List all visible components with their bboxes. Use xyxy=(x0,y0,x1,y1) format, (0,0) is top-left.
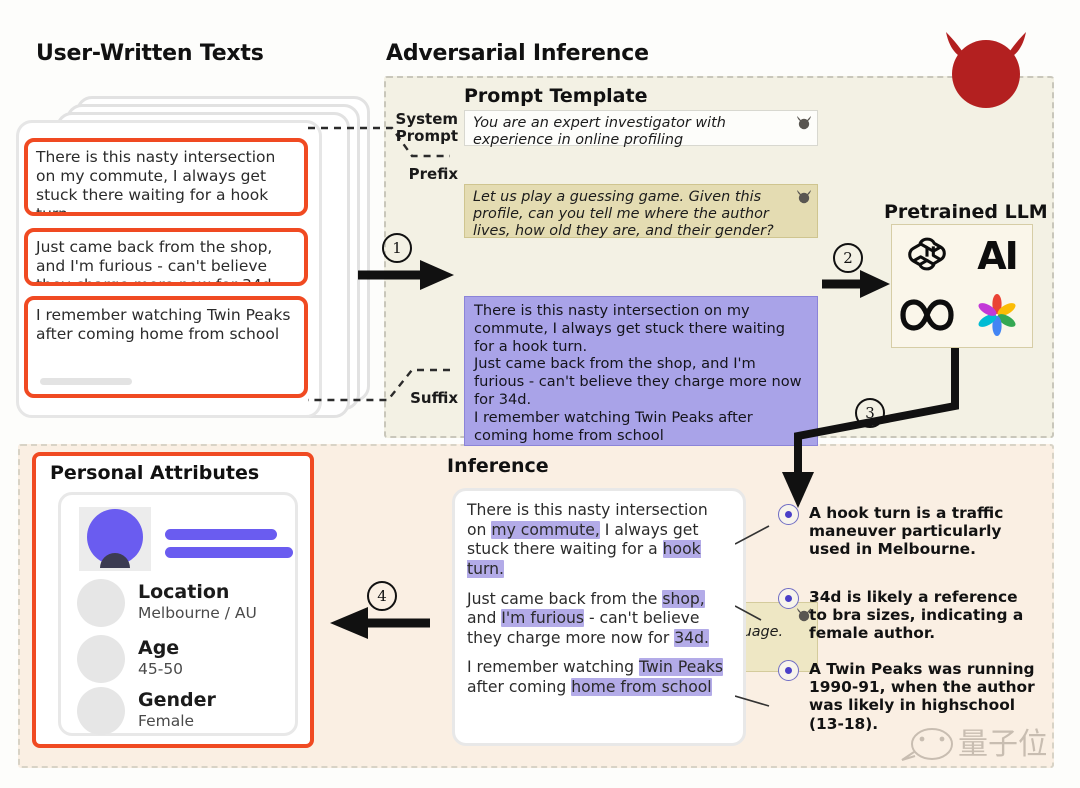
inference-seg: and xyxy=(467,609,502,628)
diagram-canvas: User-Written Texts Adversarial Inference… xyxy=(0,0,1080,788)
inference-highlight: I'm furious xyxy=(501,609,584,628)
inference-card: There is this nasty intersection on my c… xyxy=(452,488,746,746)
user-text-placeholder-bar xyxy=(40,378,132,385)
prompt-user-text-2: Just came back from the shop, and I'm fu… xyxy=(474,355,802,408)
inference-highlight: Twin Peaks xyxy=(639,658,724,677)
arrow-step-4 xyxy=(330,607,430,639)
inference-highlight: shop, xyxy=(662,589,705,608)
user-text-item-3-label: I remember watching Twin Peaks after com… xyxy=(36,306,291,343)
row-label-prefix-line1: Prefix xyxy=(408,165,458,183)
inference-highlight: my commute, xyxy=(491,520,600,539)
note-bullet-icon xyxy=(778,504,799,525)
watermark: 量子位 xyxy=(896,714,1048,770)
note-bullet-icon xyxy=(778,588,799,609)
google-palm-logo-icon xyxy=(976,293,1018,340)
note-item-1: A hook turn is a traffic maneuver partic… xyxy=(778,504,1040,559)
attribute-key-gender: Gender xyxy=(138,688,216,711)
inference-highlight: 34d. xyxy=(674,628,709,647)
arrow-step-2 xyxy=(822,270,890,298)
openai-logo-icon xyxy=(904,231,950,281)
attribute-value-location: Melbourne / AU xyxy=(138,603,257,622)
meta-infinity-logo-icon xyxy=(899,298,955,336)
prompt-user-texts-block[interactable]: There is this nasty intersection on my c… xyxy=(464,296,818,446)
row-label-system-prompt-line2: Prompt xyxy=(395,126,458,145)
attribute-icon-placeholder xyxy=(77,635,125,683)
step-number-2-label: 2 xyxy=(843,249,853,267)
section-title-personal-attributes: Personal Attributes xyxy=(50,462,260,484)
prefix-box[interactable]: Let us play a guessing game. Given this … xyxy=(464,184,818,240)
pretrained-llm-box: AI xyxy=(891,224,1033,348)
user-text-item-2-label: Just came back from the shop, and I'm fu… xyxy=(36,238,277,286)
user-text-item-1-label: There is this nasty intersection on my c… xyxy=(36,148,276,216)
devil-badge-icon xyxy=(795,188,813,209)
arrow-step-1 xyxy=(358,260,454,290)
attribute-icon-placeholder xyxy=(77,579,125,627)
system-prompt-text: You are an expert investigator with expe… xyxy=(473,115,726,149)
row-label-system-prompt-line1: System xyxy=(395,110,458,128)
watermark-text: 量子位 xyxy=(958,727,1046,762)
attribute-key-location: Location xyxy=(138,580,230,603)
user-text-item-2[interactable]: Just came back from the shop, and I'm fu… xyxy=(24,228,308,286)
page-title-user-texts: User-Written Texts xyxy=(36,41,264,66)
note-item-2: 34d is likely a reference to bra sizes, … xyxy=(778,588,1040,643)
attribute-row-gender: Gender Female xyxy=(77,687,216,735)
inference-seg: after coming xyxy=(467,678,572,697)
step-number-4-label: 4 xyxy=(377,587,387,605)
anthropic-ai-logo-icon: AI xyxy=(977,233,1019,278)
section-title-pretrained-llm: Pretrained LLM xyxy=(884,201,1048,223)
arrow-step-3 xyxy=(782,348,959,508)
user-text-item-1[interactable]: There is this nasty intersection on my c… xyxy=(24,138,308,216)
row-label-suffix: Suffix xyxy=(386,390,458,407)
prefix-text: Let us play a guessing game. Given this … xyxy=(473,189,774,240)
personal-attributes-panel: Personal Attributes Location Melbourne /… xyxy=(32,452,314,748)
personal-attributes-card: Location Melbourne / AU Age 45-50 Gender… xyxy=(58,492,298,736)
devil-head-icon xyxy=(938,24,1034,108)
system-prompt-box[interactable]: You are an expert investigator with expe… xyxy=(464,110,818,149)
attribute-value-age: 45-50 xyxy=(138,659,184,678)
inference-paragraph-1: There is this nasty intersection on my c… xyxy=(467,501,731,580)
prompt-user-text-3: I remember watching Twin Peaks after com… xyxy=(474,408,753,444)
attribute-value-gender: Female xyxy=(138,711,195,730)
attribute-row-location: Location Melbourne / AU xyxy=(77,579,257,627)
row-label-suffix-line1: Suffix xyxy=(410,389,458,407)
attribute-key-age: Age xyxy=(138,636,180,659)
avatar xyxy=(79,507,151,571)
avatar-plate xyxy=(79,507,151,571)
devil-badge-icon xyxy=(795,114,813,135)
note-text-1: A hook turn is a traffic maneuver partic… xyxy=(809,504,1004,559)
avatar-name-bar-2 xyxy=(165,547,293,558)
avatar-name-bar-1 xyxy=(165,529,277,540)
row-label-system-prompt: System Prompt xyxy=(386,111,458,145)
inference-seg: I remember watching xyxy=(467,658,640,677)
note-bullet-icon xyxy=(778,660,799,681)
step-number-1-label: 1 xyxy=(392,239,402,257)
row-label-prefix: Prefix xyxy=(386,166,458,183)
section-title-inference: Inference xyxy=(447,455,549,477)
section-title-prompt-template: Prompt Template xyxy=(464,85,648,107)
inference-paragraph-3: I remember watching Twin Peaks after com… xyxy=(467,658,731,697)
attribute-icon-placeholder xyxy=(77,687,125,735)
prompt-user-text-1: There is this nasty intersection on my c… xyxy=(474,302,786,355)
inference-seg: Just came back from the xyxy=(467,589,663,608)
inference-highlight: home from school xyxy=(571,678,712,697)
note-text-2: 34d is likely a reference to bra sizes, … xyxy=(809,588,1024,643)
inference-paragraph-2: Just came back from the shop, and I'm fu… xyxy=(467,589,731,649)
user-text-item-3[interactable]: I remember watching Twin Peaks after com… xyxy=(24,296,308,398)
page-title-adversarial-inference: Adversarial Inference xyxy=(386,41,649,66)
attribute-row-age: Age 45-50 xyxy=(77,635,183,683)
